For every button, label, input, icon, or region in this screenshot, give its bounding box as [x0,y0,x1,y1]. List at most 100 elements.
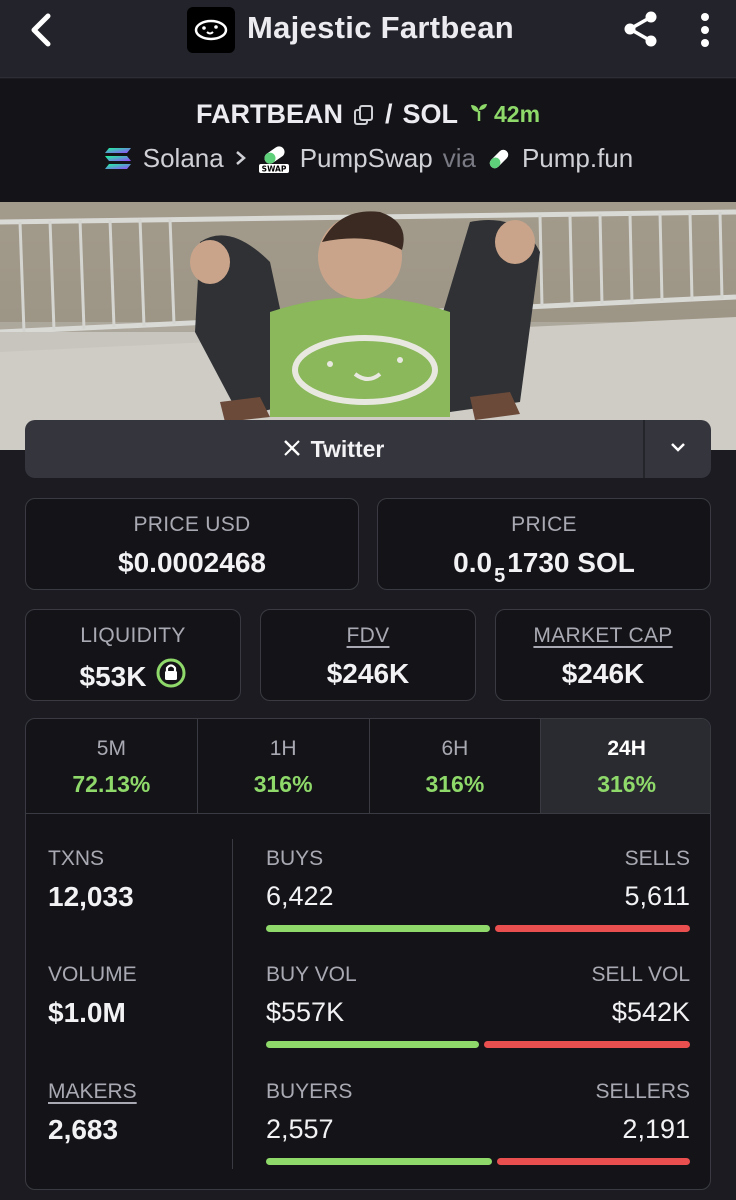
pair-age: 42m [468,101,540,129]
lock-icon[interactable] [156,658,186,695]
copy-icon[interactable] [353,104,375,126]
liquidity-label: LIQUIDITY [80,624,186,647]
tab-5m[interactable]: 5M 72.13% [26,719,198,813]
sells-label: SELLS [624,847,690,870]
stats-divider [232,839,233,1169]
tab-change: 316% [425,771,485,797]
buy-vol-bar [266,1041,479,1048]
token-banner-image [0,202,736,450]
price-usd-label: PRICE USD [133,513,251,536]
pumpswap-icon: SWAP [258,144,290,174]
solana-icon [103,146,133,172]
price-native-digits: 1730 SOL [507,547,635,578]
makers-value: 2,683 [48,1114,119,1145]
sell-vol-value: $542K [611,997,690,1027]
volume-split-stat: BUY VOL SELL VOL $557K $542K [266,963,690,1053]
buy-vol-value: $557K [266,997,345,1027]
launchpad-link[interactable]: Pump.fun [522,143,633,174]
buyers-bar [266,1158,492,1165]
more-vertical-icon[interactable] [690,8,720,52]
back-arrow-icon[interactable] [22,10,62,50]
liquidity-box: LIQUIDITY $53K [25,609,241,701]
fdv-value: $246K [326,658,410,689]
quote-token: SOL [402,99,458,129]
links-dropdown-toggle[interactable] [643,420,711,478]
x-logo-icon [283,436,301,463]
price-native-zero-count: 5 [494,565,506,587]
price-native-value: 0.0 51730 SOL [378,547,710,587]
tab-1h[interactable]: 1H 316% [198,719,370,813]
price-native-prefix: 0.0 [453,547,493,578]
pair-header: FARTBEAN / SOL 42m Solana SWAP PumpSwap … [0,79,736,202]
buys-sells-stat: BUYS SELLS 6,422 5,611 [266,847,690,937]
volume-split-bar [266,1041,690,1048]
txns-label: TXNS [48,847,105,870]
makers-stat: MAKERS 2,683 [48,1080,137,1146]
app-logo-icon [187,7,235,53]
market-cap-value: $246K [561,658,645,689]
buys-bar [266,925,490,932]
txns-value: 12,033 [48,881,134,912]
volume-stat: VOLUME $1.0M [48,963,137,1029]
share-icon[interactable] [618,6,664,52]
tab-label: 5M [96,737,126,760]
buys-label: BUYS [266,847,324,870]
liquidity-value-row: $53K [26,658,240,695]
tab-label: 24H [607,737,646,760]
sell-vol-label: SELL VOL [591,963,690,986]
twitter-row: Twitter [25,420,711,478]
age-value: 42m [493,101,541,127]
page-title: Majestic Fartbean [247,10,514,45]
buyers-sellers-bar [266,1158,690,1165]
market-cap-box: MARKET CAP $246K [495,609,711,701]
buyers-label: BUYERS [266,1080,353,1103]
chain-breadcrumb: Solana SWAP PumpSwap via Pump.fun [0,143,736,174]
chevron-right-icon [234,143,248,174]
liquidity-value: $53K [79,660,147,692]
svg-text:SWAP: SWAP [261,164,286,173]
buy-vol-label: BUY VOL [266,963,357,986]
pill-icon [486,146,512,172]
tab-24h[interactable]: 24H 316% [541,719,710,813]
via-label: via [442,143,476,173]
tab-label: 1H [269,737,297,760]
fdv-label[interactable]: FDV [261,624,475,648]
top-bar: Majestic Fartbean [0,0,736,78]
sellers-bar [496,1158,690,1165]
tab-change: 316% [597,771,657,797]
tab-change: 316% [253,771,313,797]
txns-stat: TXNS 12,033 [48,847,134,913]
twitter-label: Twitter [310,435,385,462]
tab-label: 6H [441,737,469,760]
stats-card: 5M 72.13% 1H 316% 6H 316% 24H 316% TXNS … [25,718,711,1190]
buys-sells-bar [266,925,690,932]
sellers-value: 2,191 [622,1114,690,1144]
makers-label[interactable]: MAKERS [48,1080,137,1104]
chain-link[interactable]: Solana [143,143,224,174]
price-usd-box: PRICE USD $0.0002468 [25,498,359,590]
market-cap-label[interactable]: MARKET CAP [496,624,710,648]
price-usd-value: $0.0002468 [118,547,266,578]
price-native-label: PRICE [511,513,577,536]
seedling-icon [468,101,490,129]
tab-change: 72.13% [72,771,151,797]
price-native-box: PRICE 0.0 51730 SOL [377,498,711,590]
buyers-value: 2,557 [266,1114,334,1144]
volume-label: VOLUME [48,963,137,986]
twitter-button[interactable]: Twitter [25,420,642,478]
base-token: FARTBEAN [195,99,343,129]
sells-bar [494,925,690,932]
fdv-box: FDV $246K [260,609,476,701]
buyers-sellers-stat: BUYERS SELLERS 2,557 2,191 [266,1080,690,1170]
volume-value: $1.0M [48,997,126,1028]
buys-value: 6,422 [266,881,334,911]
sells-value: 5,611 [624,881,690,911]
chevron-down-icon [669,440,687,458]
pair-line: FARTBEAN / SOL 42m [0,99,736,130]
tab-6h[interactable]: 6H 316% [370,719,542,813]
pair-separator: / [384,99,393,129]
sell-vol-bar [483,1041,690,1048]
sellers-label: SELLERS [595,1080,690,1103]
period-tabs: 5M 72.13% 1H 316% 6H 316% 24H 316% [26,719,710,814]
dex-link[interactable]: PumpSwap [300,143,433,174]
